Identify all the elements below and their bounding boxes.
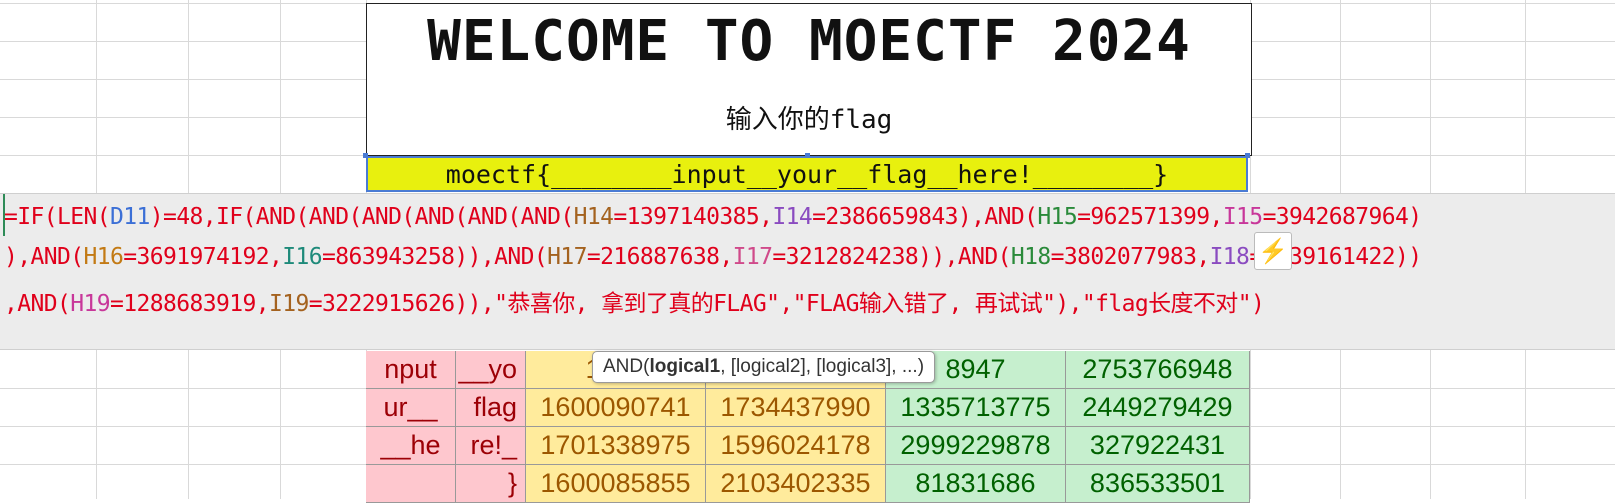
table-cell-value: 1600085855	[540, 468, 691, 498]
formula-text: =3802077983,	[1050, 244, 1211, 270]
table-cell-value: nput	[384, 354, 437, 384]
formula-text: =1397140385,	[613, 204, 773, 230]
table-cell[interactable]: 2999229878	[886, 427, 1066, 465]
tooltip-fn: AND(	[603, 356, 650, 377]
table-cell[interactable]: }	[456, 465, 526, 503]
table-cell[interactable]: 2753766948	[1066, 351, 1250, 389]
formula-cell-ref: I14	[772, 204, 813, 230]
formula-cell-ref: D11	[109, 204, 150, 230]
table-cell-value: 1734437990	[720, 392, 871, 422]
formula-text: =3212824238)),AND(	[772, 244, 1011, 270]
formula-text: =IF(LEN(	[4, 204, 111, 230]
formula-cell-ref: H16	[83, 244, 124, 270]
formula-text: =863943258)),AND(	[321, 244, 548, 270]
selection-handle[interactable]	[363, 153, 368, 158]
title-cell[interactable]: WELCOME TO MOECTF 2024	[366, 3, 1252, 80]
formula-cell-ref: I15	[1222, 204, 1263, 230]
table-cell[interactable]: 2449279429	[1066, 389, 1250, 427]
table-cell[interactable]	[366, 465, 456, 503]
table-cell[interactable]: __he	[366, 427, 456, 465]
formula-cell-ref: H14	[573, 204, 614, 230]
table-cell[interactable]: 836533501	[1066, 465, 1250, 503]
formula-bar[interactable]: =IF(LEN(D11)=48,IF(AND(AND(AND(AND(AND(A…	[0, 193, 1615, 350]
flag-input-value: moectf{________input__your__flag__here!_…	[445, 159, 1169, 189]
table-cell-value: re!_	[470, 430, 517, 460]
formula-text: )=48,IF(AND(AND(AND(AND(AND(AND(	[149, 204, 575, 230]
table-cell-value: 1596024178	[720, 430, 871, 460]
formula-cell-ref: H18	[1010, 244, 1051, 270]
table-cell-value: __he	[380, 430, 441, 460]
formula-text: =3691974192,	[123, 244, 283, 270]
table-cell[interactable]: 327922431	[1066, 427, 1250, 465]
formula-line-2: ),AND(H16=3691974192,I16=863943258)),AND…	[4, 244, 1422, 270]
table-cell[interactable]: nput	[366, 351, 456, 389]
formula-cell-ref: H15	[1037, 204, 1078, 230]
prompt-cell[interactable]: 输入你的flag	[366, 79, 1252, 156]
table-cell[interactable]: 1596024178	[706, 427, 886, 465]
table-cell-value: 2999229878	[900, 430, 1051, 460]
prompt-text: 输入你的flag	[725, 104, 893, 135]
formula-text: ),AND(	[4, 244, 84, 270]
table-cell-value: }	[507, 468, 517, 498]
table-cell[interactable]: 2103402335	[706, 465, 886, 503]
table-cell[interactable]: 1734437990	[706, 389, 886, 427]
table-cell[interactable]: re!_	[456, 427, 526, 465]
formula-cell-ref: I19	[268, 291, 309, 317]
table-cell[interactable]: ur__	[366, 389, 456, 427]
formula-cell-ref: H19	[70, 291, 110, 317]
function-tooltip: AND(logical1, [logical2], [logical3], ..…	[592, 351, 936, 383]
table-cell-value: __yo	[458, 354, 517, 384]
table-cell[interactable]: flag	[456, 389, 526, 427]
table-cell[interactable]: 1600090741	[526, 389, 706, 427]
formula-text: =2386659843),AND(	[812, 204, 1038, 230]
formula-line-1: =IF(LEN(D11)=48,IF(AND(AND(AND(AND(AND(A…	[4, 204, 1422, 230]
table-cell-value: 2449279429	[1082, 392, 1233, 422]
table-cell-value: 81831686	[915, 468, 1036, 498]
formula-text: =3942687964)	[1262, 204, 1423, 230]
tooltip-rest: , [logical2], [logical3], ...)	[720, 356, 925, 377]
table-cell-value: 1600090741	[540, 392, 691, 422]
table-cell-value: ur__	[383, 392, 438, 422]
table-cell[interactable]: 1335713775	[886, 389, 1066, 427]
formula-cell-ref: H17	[547, 244, 587, 270]
table-cell[interactable]: 81831686	[886, 465, 1066, 503]
table-cell-value: 836533501	[1089, 468, 1226, 498]
table-cell-value: 1701338975	[540, 430, 691, 460]
table-cell-value: 2753766948	[1082, 354, 1233, 384]
formula-cell-ref: I18	[1209, 244, 1250, 270]
formula-text: =962571399,	[1077, 204, 1223, 230]
formula-text: =3222915626)),"恭喜你, 拿到了真的FLAG","FLAG输入错了…	[308, 291, 1265, 317]
formula-text: =216887638,	[586, 244, 733, 270]
selection-handle[interactable]	[1245, 153, 1250, 158]
formula-cell-ref: I16	[282, 244, 322, 270]
table-cell[interactable]: 1701338975	[526, 427, 706, 465]
lightning-icon[interactable]: ⚡	[1254, 232, 1292, 270]
formula-text: ,AND(	[4, 291, 71, 317]
flag-input-cell[interactable]: moectf{________input__your__flag__here!_…	[366, 156, 1248, 192]
formula-cell-ref: I17	[732, 244, 773, 270]
table-cell-value: 1335713775	[900, 392, 1051, 422]
table-cell-value: 8947	[945, 354, 1006, 384]
table-cell[interactable]: __yo	[456, 351, 526, 389]
table-cell-value: flag	[473, 392, 517, 422]
formula-text: =1288683919,	[110, 291, 270, 317]
title-text: WELCOME TO MOECTF 2024	[427, 9, 1191, 74]
table-cell[interactable]: 1600085855	[526, 465, 706, 503]
formula-line-3: ,AND(H19=1288683919,I19=3222915626)),"恭喜…	[4, 284, 1265, 318]
table-cell-value: 327922431	[1089, 430, 1226, 460]
selection-handle[interactable]	[805, 153, 810, 158]
tooltip-arg-bold: logical1	[649, 356, 721, 377]
table-cell-value: 2103402335	[720, 468, 871, 498]
